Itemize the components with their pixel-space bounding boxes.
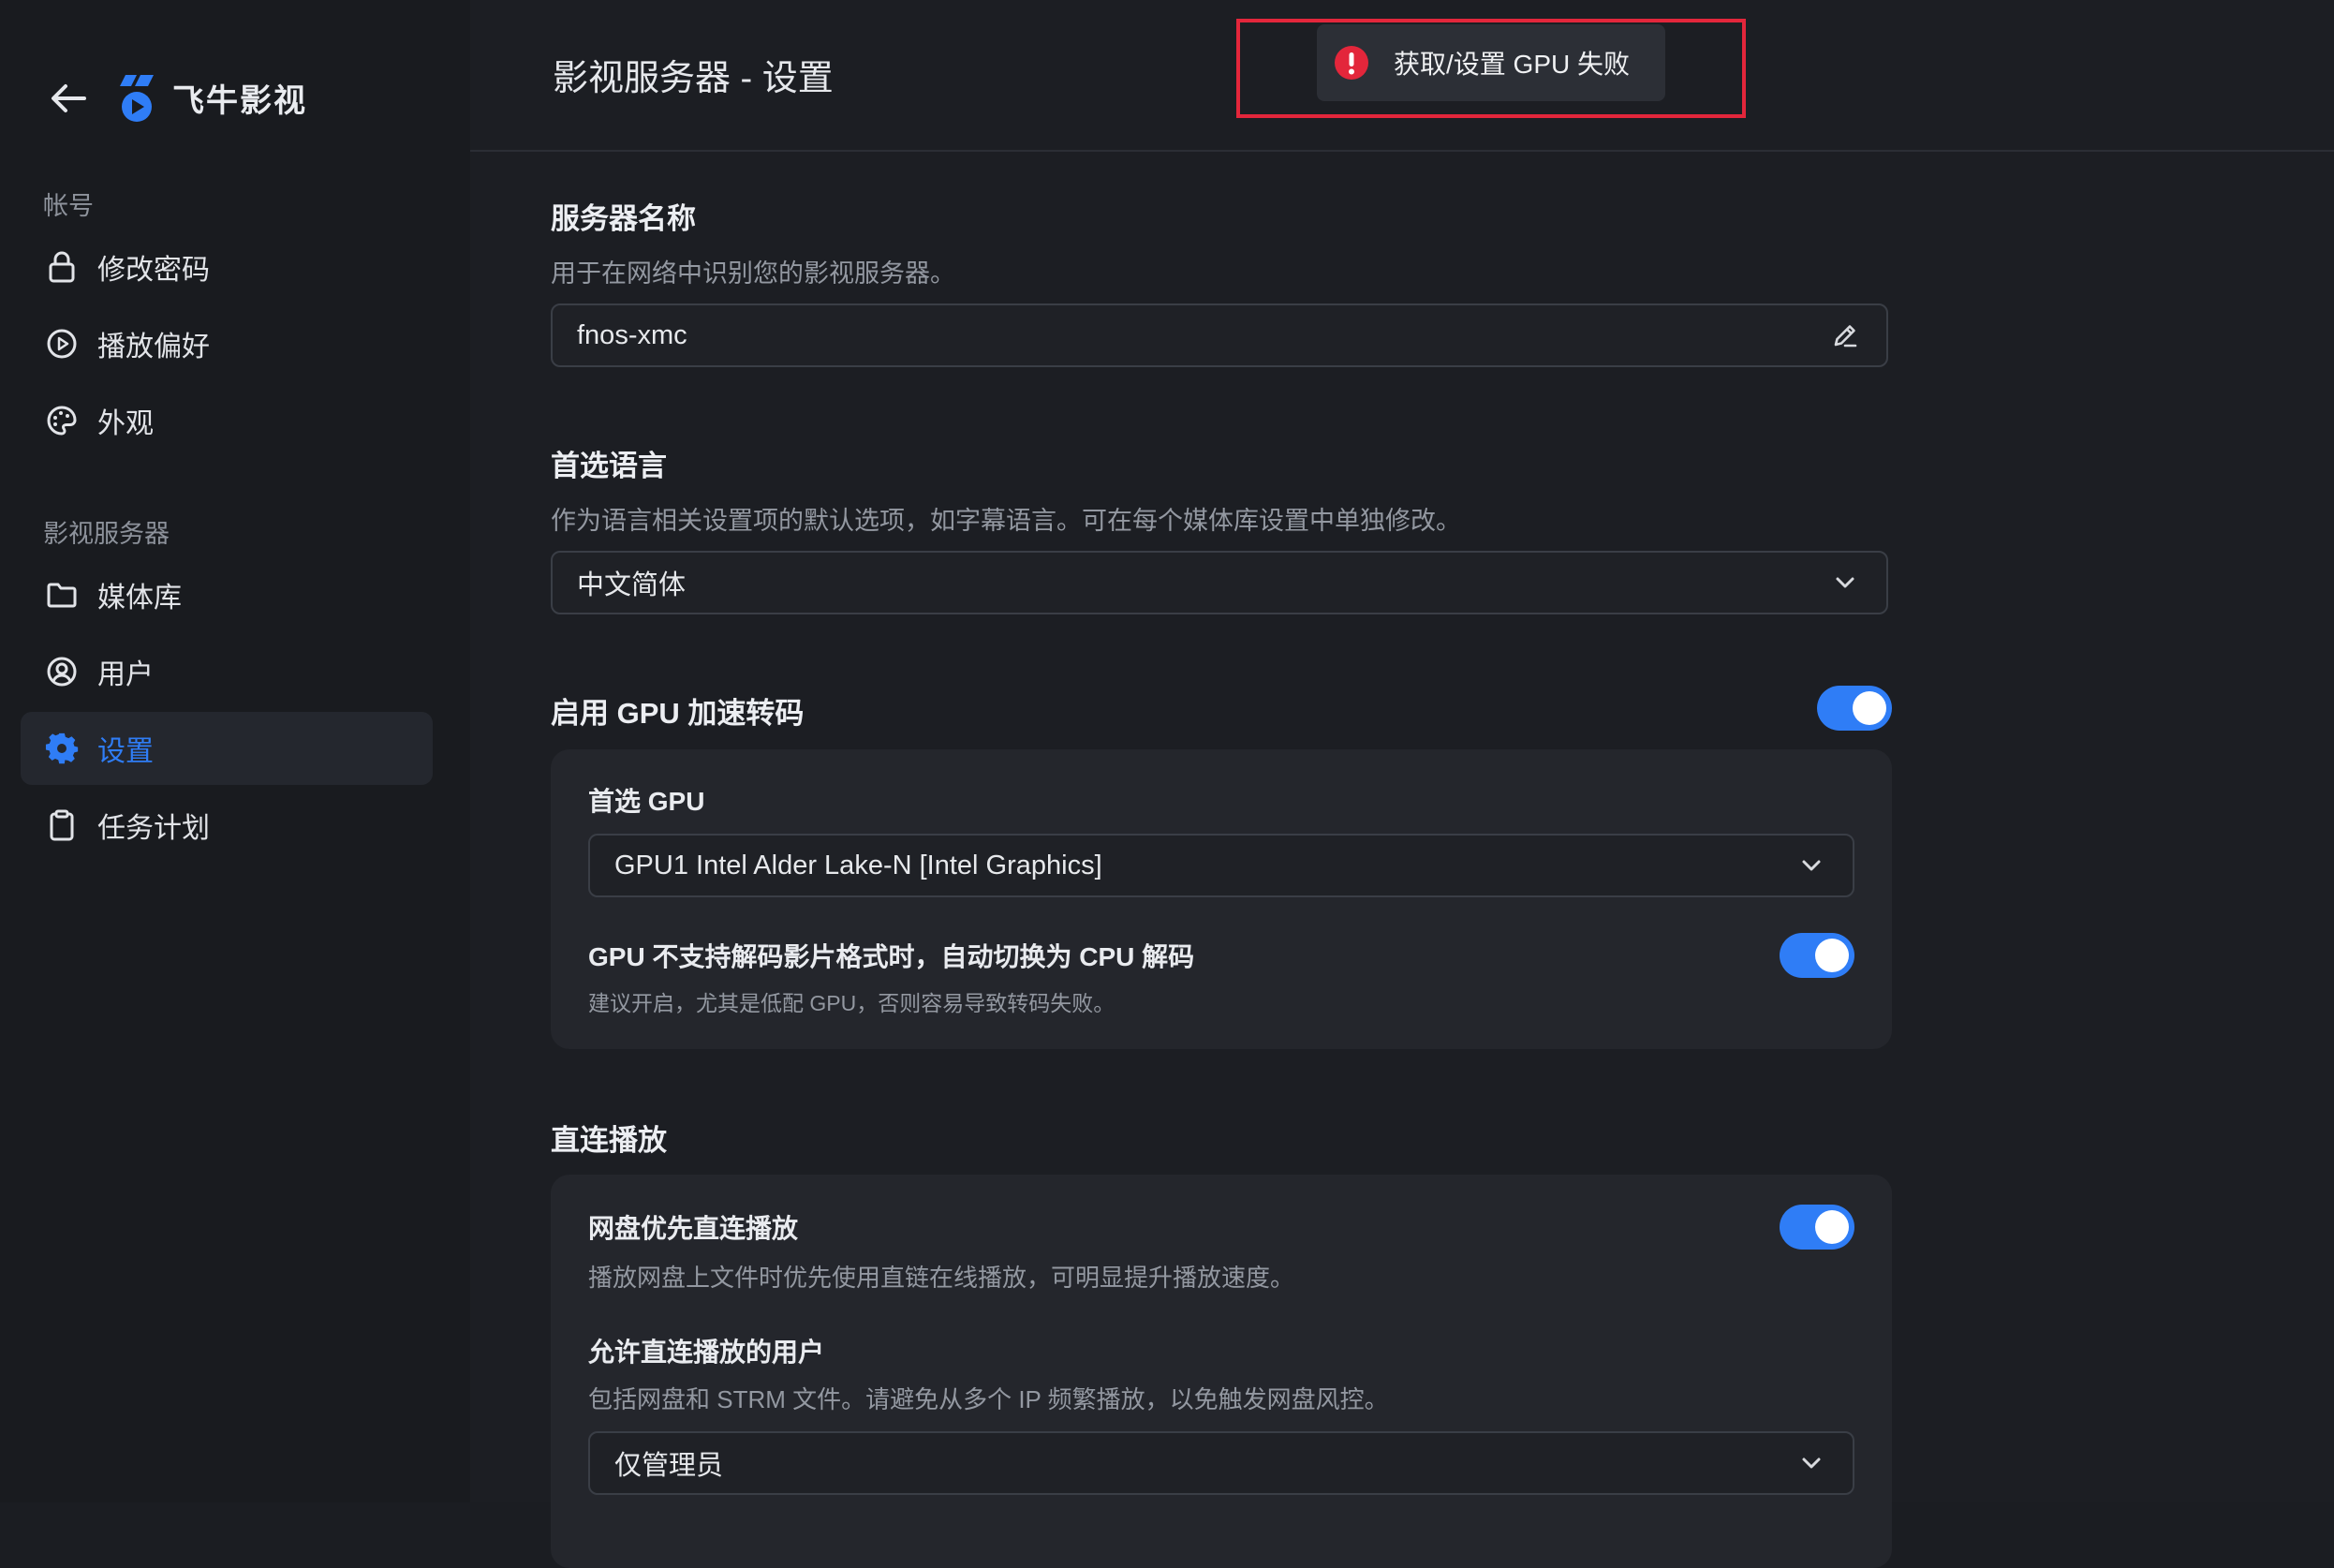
page-title: 影视服务器 - 设置: [553, 59, 834, 98]
sidebar-item-label: 外观: [97, 408, 154, 439]
sidebar-item-users[interactable]: 用户: [21, 635, 433, 708]
gear-icon: [43, 730, 81, 767]
gpu-fallback-description: 建议开启，尤其是低配 GPU，否则容易导致转码失败。: [588, 991, 1115, 1015]
language-select[interactable]: 中文简体: [551, 551, 1888, 614]
user-circle-icon: [43, 653, 81, 690]
chevron-down-icon: [1793, 847, 1830, 884]
brand-name: 飞牛影视: [172, 83, 307, 119]
language-value: 中文简体: [577, 570, 687, 600]
main-panel: 影视服务器 - 设置 服务器名称 用于在网络中识别您的影视服务器。 fnos-x…: [470, 0, 2334, 1568]
sidebar: 飞牛影视 帐号 修改密码 播放偏好 外观 影视服务器 媒体库 用户 设置 任务计…: [0, 0, 470, 1502]
section-label-account: 帐号: [43, 192, 94, 220]
gpu-fallback-toggle[interactable]: [1780, 933, 1854, 978]
server-name-description: 用于在网络中识别您的影视服务器。: [551, 259, 955, 288]
preferred-gpu-label: 首选 GPU: [588, 787, 705, 816]
sidebar-item-label: 设置: [97, 736, 154, 767]
error-icon: [1334, 45, 1369, 81]
gpu-fallback-title: GPU 不支持解码影片格式时，自动切换为 CPU 解码: [588, 942, 1195, 971]
palette-icon: [43, 402, 81, 439]
server-name-title: 服务器名称: [551, 202, 696, 235]
sidebar-item-library[interactable]: 媒体库: [21, 558, 433, 631]
sidebar-item-settings[interactable]: 设置: [21, 712, 433, 785]
sidebar-item-label: 用户: [97, 659, 154, 690]
language-description: 作为语言相关设置项的默认选项，如字幕语言。可在每个媒体库设置中单独修改。: [551, 507, 1461, 535]
server-name-value: fnos-xmc: [577, 319, 687, 350]
toggle-knob: [1853, 691, 1886, 725]
allowed-users-description: 包括网盘和 STRM 文件。请避免从多个 IP 频繁播放，以免触发网盘风控。: [588, 1385, 1389, 1413]
allowed-users-select[interactable]: 仅管理员: [588, 1431, 1854, 1495]
gpu-panel: 首选 GPU GPU1 Intel Alder Lake-N [Intel Gr…: [551, 749, 1892, 1049]
sidebar-item-label: 播放偏好: [97, 332, 210, 362]
toast-message: 获取/设置 GPU 失败: [1394, 50, 1631, 79]
allowed-users-value: 仅管理员: [614, 1451, 724, 1481]
sidebar-item-label: 修改密码: [97, 255, 210, 286]
netdisk-direct-description: 播放网盘上文件时优先使用直链在线播放，可明显提升播放速度。: [588, 1264, 1295, 1292]
back-arrow-icon[interactable]: [47, 77, 90, 120]
server-name-field[interactable]: fnos-xmc: [551, 303, 1888, 367]
folder-icon: [43, 576, 81, 614]
language-title: 首选语言: [551, 450, 667, 482]
preferred-gpu-select[interactable]: GPU1 Intel Alder Lake-N [Intel Graphics]: [588, 834, 1854, 897]
preferred-gpu-value: GPU1 Intel Alder Lake-N [Intel Graphics]: [614, 850, 1102, 880]
direct-play-title: 直连播放: [551, 1124, 667, 1157]
error-toast: 获取/设置 GPU 失败: [1317, 24, 1665, 101]
direct-play-panel: 网盘优先直连播放 播放网盘上文件时优先使用直链在线播放，可明显提升播放速度。 允…: [551, 1175, 1892, 1568]
gpu-title: 启用 GPU 加速转码: [551, 697, 805, 730]
play-circle-icon: [43, 325, 81, 362]
gpu-toggle[interactable]: [1817, 686, 1892, 731]
section-label-server: 影视服务器: [43, 520, 170, 548]
toggle-knob: [1815, 1210, 1849, 1244]
sidebar-item-change-password[interactable]: 修改密码: [21, 230, 433, 303]
lock-icon: [43, 248, 81, 286]
clipboard-icon: [43, 806, 81, 844]
chevron-down-icon: [1793, 1444, 1830, 1482]
sidebar-item-scheduled-tasks[interactable]: 任务计划: [21, 789, 433, 862]
sidebar-item-playback-preferences[interactable]: 播放偏好: [21, 307, 433, 380]
netdisk-direct-title: 网盘优先直连播放: [588, 1214, 799, 1243]
toggle-knob: [1815, 939, 1849, 972]
sidebar-item-appearance[interactable]: 外观: [21, 384, 433, 457]
sidebar-item-label: 媒体库: [97, 583, 182, 614]
sidebar-item-label: 任务计划: [97, 813, 210, 844]
edit-pencil-icon[interactable]: [1826, 317, 1864, 354]
netdisk-direct-toggle[interactable]: [1780, 1205, 1854, 1250]
chevron-down-icon: [1826, 564, 1864, 601]
allowed-users-title: 允许直连播放的用户: [588, 1338, 825, 1367]
